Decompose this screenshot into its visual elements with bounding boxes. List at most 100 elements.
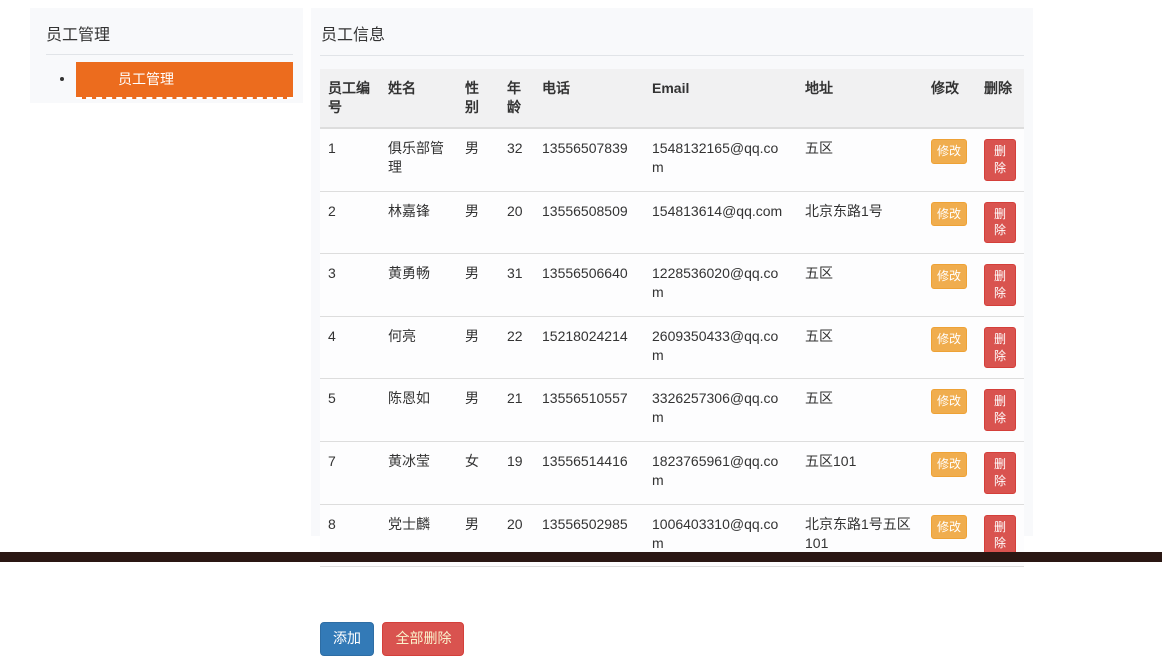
row-modify-button-cell: 修改	[923, 128, 976, 192]
footer-bar	[0, 552, 1162, 562]
cell-name: 何亮	[380, 316, 457, 380]
header-employee-id: 员工编号	[320, 69, 380, 129]
cell-name: 俱乐部管理	[380, 128, 457, 192]
cell-email: 3326257306@qq.com	[644, 378, 797, 442]
bullet-icon	[60, 77, 64, 81]
cell-phone: 13556508509	[534, 191, 644, 255]
row-modify-button[interactable]: 修改	[931, 451, 968, 477]
cell-id: 2	[320, 191, 380, 255]
cell-phone: 15218024214	[534, 316, 644, 380]
row-delete-button-cell: 删除	[976, 253, 1024, 317]
row-delete-button[interactable]: 删除	[984, 326, 1016, 369]
cell-email: 1228536020@qq.com	[644, 253, 797, 317]
main-panel: 员工信息 员工编号 姓名 性别 年龄 电话 Email 地址 修改 删除 1 俱乐…	[311, 8, 1033, 656]
row-modify-button-cell: 修改	[923, 316, 976, 380]
cell-gender: 女	[457, 441, 499, 505]
row-modify-button-cell: 修改	[923, 378, 976, 442]
table-row: 3 黄勇畅男 31 13556506640 1228536020@qq.com 五区 修改删…	[320, 253, 1024, 317]
row-modify-button[interactable]: 修改	[931, 514, 968, 540]
row-delete-button-cell: 删除	[976, 441, 1024, 505]
cell-gender: 男	[457, 128, 499, 192]
row-modify-button[interactable]: 修改	[931, 201, 968, 227]
header-age: 年龄	[499, 69, 534, 129]
row-delete-button-cell: 删除	[976, 316, 1024, 380]
cell-name: 陈恩如	[380, 378, 457, 442]
cell-address: 五区	[797, 128, 923, 192]
add-button[interactable]: 添加	[320, 622, 374, 656]
sidebar: 员工管理 员工管理	[30, 8, 303, 103]
row-delete-button[interactable]: 删除	[984, 514, 1016, 557]
table-header: 员工编号 姓名 性别 年龄 电话 Email 地址 修改 删除	[320, 69, 1024, 129]
row-delete-button-cell: 删除	[976, 191, 1024, 255]
header-email: Email	[644, 69, 797, 129]
row-delete-button-cell: 删除	[976, 128, 1024, 192]
header-name: 姓名	[380, 69, 457, 129]
table-row: 7 黄冰莹女 19 13556514416 1823765961@qq.com 五区101…	[320, 441, 1024, 505]
cell-id: 1	[320, 128, 380, 192]
row-delete-button-cell: 删除	[976, 378, 1024, 442]
cell-age: 31	[499, 253, 534, 317]
cell-name: 黄勇畅	[380, 253, 457, 317]
cell-id: 4	[320, 316, 380, 380]
row-modify-button-cell: 修改	[923, 253, 976, 317]
main-divider	[320, 55, 1024, 56]
cell-name: 黄冰莹	[380, 441, 457, 505]
cell-name: 林嘉锋	[380, 191, 457, 255]
header-gender: 性别	[457, 69, 499, 129]
header-modify: 修改	[923, 69, 976, 129]
cell-age: 20	[499, 191, 534, 255]
row-delete-button[interactable]: 删除	[984, 139, 1016, 181]
cell-age: 21	[499, 378, 534, 442]
cell-phone: 13556506640	[534, 253, 644, 317]
cell-email: 154813614@qq.com	[644, 191, 797, 255]
cell-email: 1548132165@qq.com	[644, 128, 797, 192]
sidebar-menu: 员工管理	[30, 62, 303, 99]
table-row: 2 林嘉锋男 20 13556508509 154813614@qq.com 北京东路1号…	[320, 191, 1024, 255]
cell-phone: 13556514416	[534, 441, 644, 505]
delete-all-button[interactable]: 全部删除	[382, 622, 465, 656]
row-delete-button[interactable]: 删除	[984, 451, 1016, 494]
cell-email: 2609350433@qq.com	[644, 316, 797, 380]
sidebar-item-label: 员工管理	[118, 71, 174, 87]
cell-gender: 男	[457, 378, 499, 442]
row-delete-button[interactable]: 删除	[984, 389, 1016, 431]
table-row: 4 何亮男 22 15218024214 2609350433@qq.com 五区 修改 删除	[320, 316, 1024, 380]
cell-gender: 男	[457, 253, 499, 317]
cell-address: 五区	[797, 253, 923, 317]
employee-table: 员工编号 姓名 性别 年龄 电话 Email 地址 修改 删除 1 俱乐部管理男 3…	[320, 69, 1024, 568]
table-row: 1 俱乐部管理男 32 13556507839 1548132165@qq.com 五区修…	[320, 128, 1024, 192]
row-modify-button[interactable]: 修改	[931, 389, 968, 415]
row-modify-button-cell: 修改	[923, 191, 976, 255]
cell-email: 1823765961@qq.com	[644, 441, 797, 505]
cell-address: 五区101	[797, 441, 923, 505]
row-modify-button[interactable]: 修改	[931, 264, 968, 289]
cell-gender: 男	[457, 316, 499, 380]
cell-id: 7	[320, 441, 380, 505]
cell-age: 19	[499, 441, 534, 505]
employee-table-body: 1 俱乐部管理男 32 13556507839 1548132165@qq.com 五区修…	[320, 128, 1024, 568]
cell-age: 32	[499, 128, 534, 192]
sidebar-divider	[46, 54, 293, 55]
row-delete-button[interactable]: 删除	[984, 264, 1016, 306]
cell-address: 五区	[797, 378, 923, 442]
cell-address: 北京东路1号	[797, 191, 923, 255]
header-delete: 删除	[976, 69, 1024, 129]
page-title: 员工信息	[321, 27, 386, 44]
row-modify-button-cell: 修改	[923, 441, 976, 505]
cell-phone: 13556510557	[534, 378, 644, 442]
header-phone: 电话	[534, 69, 644, 129]
row-modify-button[interactable]: 修改	[931, 139, 968, 164]
cell-id: 5	[320, 378, 380, 442]
cell-phone: 13556507839	[534, 128, 644, 192]
cell-id: 3	[320, 253, 380, 317]
row-delete-button[interactable]: 删除	[984, 201, 1016, 244]
header-address: 地址	[797, 69, 923, 129]
cell-address: 五区	[797, 316, 923, 380]
cell-age: 22	[499, 316, 534, 380]
cell-gender: 男	[457, 191, 499, 255]
row-modify-button[interactable]: 修改	[931, 326, 968, 352]
table-row: 5 陈恩如男 21 13556510557 3326257306@qq.com 五区 修改删…	[320, 378, 1024, 442]
sidebar-item-employee-management[interactable]: 员工管理	[76, 62, 293, 99]
table-actions: 添加 全部删除	[320, 622, 1033, 656]
sidebar-title: 员工管理	[46, 27, 111, 44]
